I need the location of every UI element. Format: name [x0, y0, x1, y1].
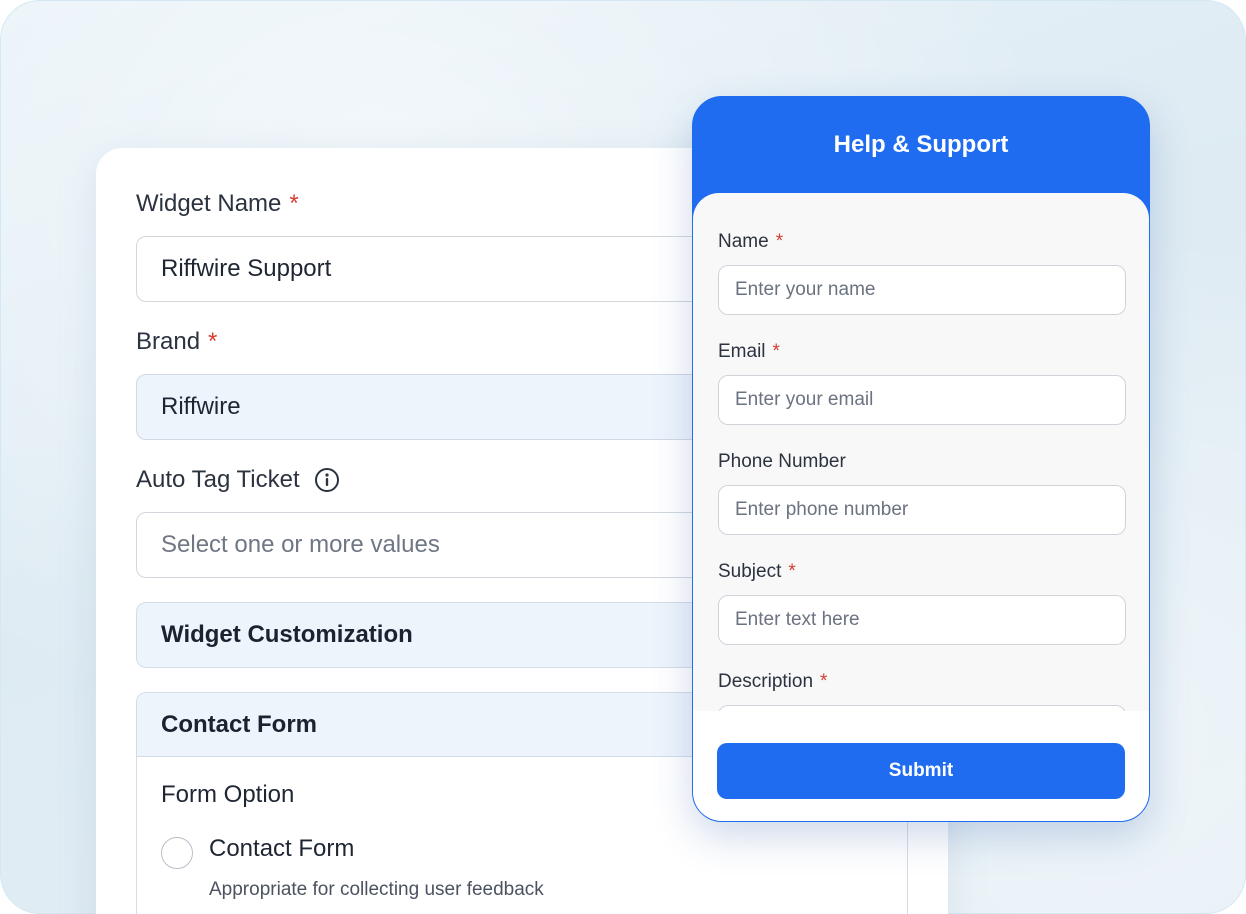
required-mark: * — [208, 328, 218, 355]
widget-name-label: Widget Name * — [136, 190, 299, 218]
submit-button[interactable]: Submit — [717, 743, 1125, 799]
required-mark: * — [820, 671, 828, 692]
help-widget-footer: Submit — [693, 711, 1149, 821]
widget-name-value: Riffwire Support — [161, 255, 332, 282]
brand-value: Riffwire — [161, 393, 241, 420]
required-mark: * — [775, 231, 784, 252]
contact-form-title: Contact Form — [161, 710, 317, 738]
phone-input[interactable]: Enter phone number — [718, 485, 1126, 535]
email-placeholder: Enter your email — [735, 389, 874, 410]
form-option-title: Form Option — [161, 781, 295, 808]
subject-input[interactable]: Enter text here — [718, 595, 1126, 645]
brand-label-text: Brand — [136, 328, 201, 355]
brand-label: Brand * — [136, 328, 217, 356]
auto-tag-label-text: Auto Tag Ticket — [136, 466, 300, 493]
help-widget-body: Name * Enter your name Email * Enter you… — [693, 193, 1149, 821]
required-mark: * — [772, 341, 780, 362]
name-input[interactable]: Enter your name — [718, 265, 1126, 315]
email-label: Email * — [718, 341, 780, 363]
help-support-widget: Help & Support Name * Enter your name Em… — [692, 96, 1150, 822]
subject-label-text: Subject — [718, 561, 782, 582]
help-widget-title: Help & Support — [833, 131, 1009, 158]
required-mark: * — [289, 190, 299, 217]
auto-tag-placeholder: Select one or more values — [161, 531, 440, 558]
phone-placeholder: Enter phone number — [735, 499, 909, 520]
contact-form-radio-description: Appropriate for collecting user feedback — [209, 879, 544, 900]
description-label-text: Description — [718, 671, 814, 692]
subject-label: Subject * — [718, 561, 796, 583]
name-label-text: Name — [718, 231, 769, 252]
name-label: Name * — [718, 231, 783, 253]
phone-label: Phone Number — [718, 451, 846, 473]
contact-form-radio[interactable] — [161, 837, 193, 869]
phone-label-text: Phone Number — [718, 451, 846, 472]
auto-tag-label: Auto Tag Ticket — [136, 466, 340, 494]
contact-form-radio-label[interactable]: Contact Form — [209, 835, 354, 863]
name-placeholder: Enter your name — [735, 279, 876, 300]
widget-customization-title: Widget Customization — [161, 621, 413, 648]
email-label-text: Email — [718, 341, 766, 362]
description-label: Description * — [718, 671, 827, 693]
email-input[interactable]: Enter your email — [718, 375, 1126, 425]
required-mark: * — [788, 561, 796, 582]
widget-name-label-text: Widget Name — [136, 190, 282, 217]
info-icon[interactable] — [314, 467, 340, 493]
subject-placeholder: Enter text here — [735, 609, 860, 630]
submit-button-label: Submit — [888, 760, 954, 781]
